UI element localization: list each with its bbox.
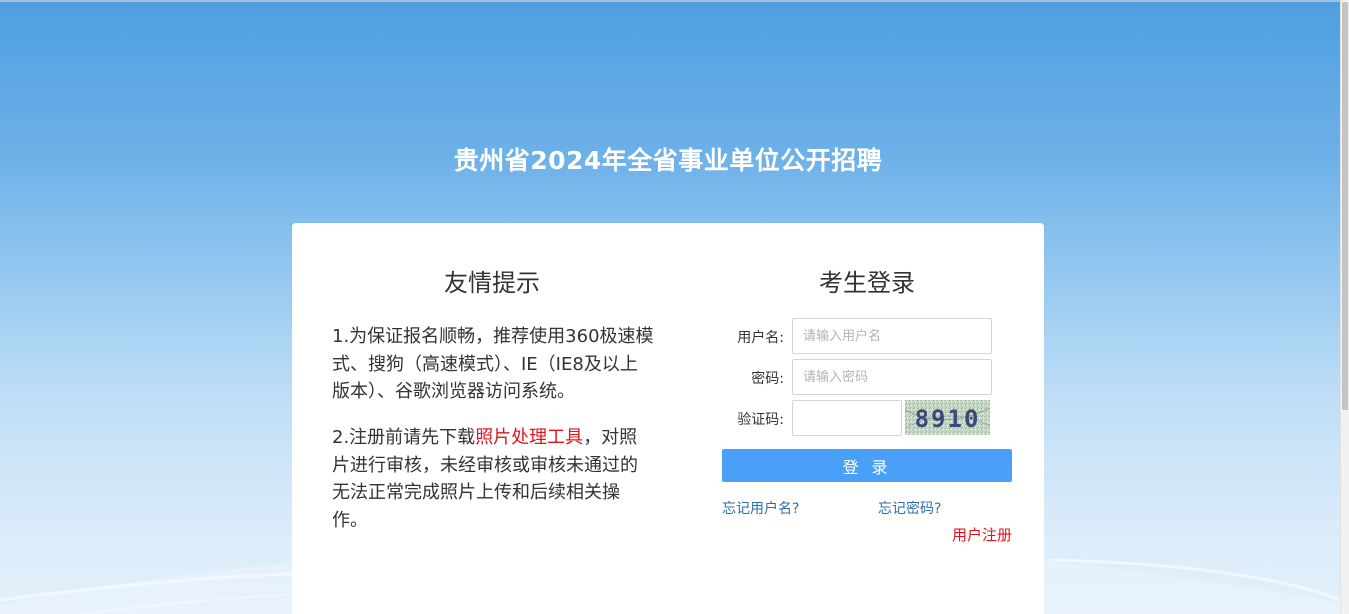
password-label: 密码: (751, 371, 784, 387)
main-card: 友情提示 1.为保证报名顺畅，推荐使用360极速模式、搜狗（高速模式）、IE（I… (292, 223, 1044, 614)
tip-item-2: 2.注册前请先下载照片处理工具，对照片进行审核，未经审核或审核未通过的无法正常完… (332, 424, 654, 534)
password-input[interactable] (792, 359, 992, 395)
forgot-password-link[interactable]: 忘记密码? (878, 498, 941, 518)
top-border (0, 0, 1341, 2)
photo-tool-link[interactable]: 照片处理工具 (475, 427, 583, 448)
vertical-scrollbar[interactable] (1340, 0, 1349, 614)
captcha-label: 验证码: (737, 412, 784, 428)
username-label: 用户名: (737, 330, 784, 346)
page-title: 贵州省2024年全省事业单位公开招聘 (453, 146, 883, 175)
captcha-image[interactable]: 8910 (905, 400, 990, 435)
tips-title: 友情提示 (444, 269, 540, 297)
login-button[interactable]: 登 录 (722, 449, 1012, 482)
username-input[interactable] (792, 318, 992, 354)
tip-item-2-prefix: 2.注册前请先下载 (332, 427, 476, 448)
login-title: 考生登录 (819, 269, 915, 297)
captcha-text: 8910 (915, 405, 981, 433)
page-background: 贵州省2024年全省事业单位公开招聘 友情提示 1.为保证报名顺畅，推荐使用36… (0, 0, 1349, 614)
scrollbar-thumb[interactable] (1342, 2, 1348, 410)
register-link[interactable]: 用户注册 (952, 524, 1012, 545)
forgot-username-link[interactable]: 忘记用户名? (722, 498, 799, 518)
captcha-input[interactable] (792, 400, 902, 436)
tip-item-1: 1.为保证报名顺畅，推荐使用360极速模式、搜狗（高速模式）、IE（IE8及以上… (332, 326, 654, 402)
